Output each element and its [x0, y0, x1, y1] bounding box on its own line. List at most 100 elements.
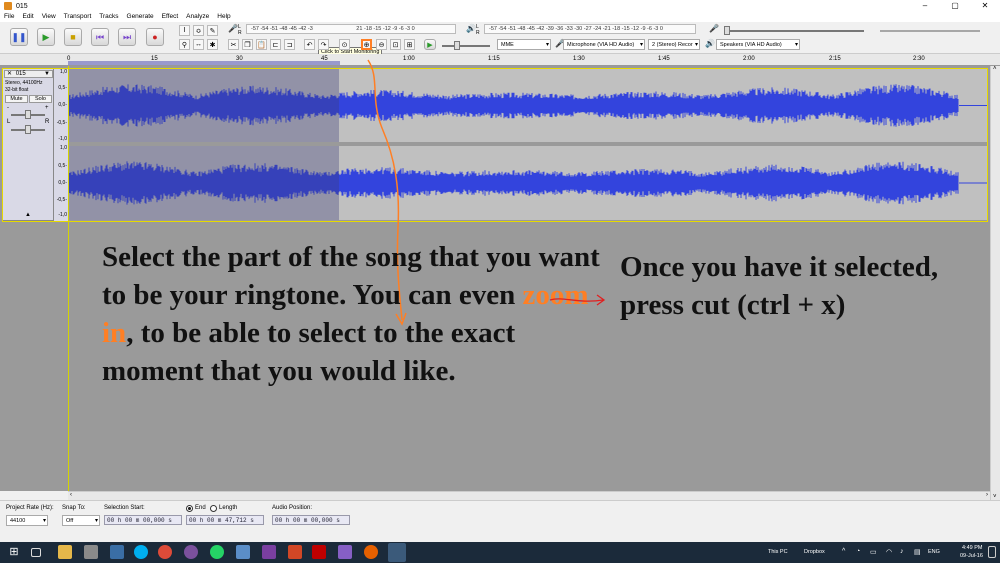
- audio-position-label: Audio Position:: [272, 505, 313, 511]
- end-radio[interactable]: [186, 505, 193, 512]
- clock-date[interactable]: 09-Jul-16: [960, 553, 983, 559]
- record-meter-scale: -57 -54 -51 -48 -45 -42 -3: [251, 26, 313, 32]
- filezilla-icon[interactable]: [312, 545, 326, 559]
- pause-button[interactable]: ❚❚: [10, 28, 28, 46]
- ruler-tick: 1:30: [573, 56, 585, 62]
- scroll-up-icon[interactable]: ˄: [993, 66, 997, 72]
- play-speed-slider[interactable]: [442, 41, 490, 50]
- action-center-icon[interactable]: [988, 546, 996, 558]
- envelope-tool[interactable]: ≎: [193, 25, 204, 36]
- dropbox-toolbar[interactable]: Dropbox: [804, 549, 825, 555]
- menu-generate[interactable]: Generate: [123, 12, 158, 22]
- battery-icon[interactable]: ▭: [870, 548, 877, 556]
- cut-button[interactable]: ✂: [228, 39, 239, 50]
- close-button[interactable]: ✕: [970, 0, 1000, 12]
- stop-icon: ■: [70, 32, 76, 42]
- playback-volume-slider[interactable]: [880, 30, 980, 32]
- trim-button[interactable]: ⊏: [270, 39, 281, 50]
- vertical-scrollbar[interactable]: ˄ ˅: [990, 66, 1000, 500]
- copy-button[interactable]: ❐: [242, 39, 253, 50]
- network-icon[interactable]: ◔: [856, 548, 860, 555]
- vpn-icon[interactable]: [84, 545, 98, 559]
- chevron-down-icon: ▾: [794, 42, 798, 48]
- slider-knob[interactable]: [724, 26, 730, 35]
- project-rate-select[interactable]: 44100 ▾: [6, 515, 48, 526]
- horizontal-scrollbar[interactable]: ‹ ›: [68, 491, 990, 500]
- playback-meter[interactable]: -57 -54 -51 -48 -45 -42 -39 -36 -33 -30 …: [484, 24, 696, 34]
- recording-volume-slider[interactable]: [724, 26, 864, 35]
- host-select[interactable]: MME ▾: [497, 39, 551, 50]
- firefox-icon[interactable]: [364, 545, 378, 559]
- app-icon[interactable]: [236, 545, 250, 559]
- multi-tool[interactable]: ✱: [207, 39, 218, 50]
- selection-start-field[interactable]: 00 h 00 m 00,000 s: [104, 515, 182, 525]
- file-explorer-icon[interactable]: [58, 545, 72, 559]
- windows-start-icon[interactable]: ⊞: [7, 545, 21, 559]
- undo-button[interactable]: ↶: [304, 39, 315, 50]
- selection-end-field[interactable]: 00 h 00 m 47,712 s: [186, 515, 264, 525]
- this-pc-toolbar[interactable]: This PC: [768, 549, 788, 555]
- menu-tracks[interactable]: Tracks: [95, 12, 122, 22]
- whatsapp-icon[interactable]: [210, 545, 224, 559]
- silence-button[interactable]: ⊐: [284, 39, 295, 50]
- volume-icon[interactable]: ♪: [900, 548, 904, 555]
- stop-button[interactable]: ■: [64, 28, 82, 46]
- input-language[interactable]: ENG: [928, 549, 940, 555]
- maximize-button[interactable]: ▢: [940, 0, 970, 12]
- play-at-speed-button[interactable]: ▶: [424, 39, 436, 50]
- clock-time[interactable]: 4:49 PM: [962, 545, 982, 551]
- timeshift-tool[interactable]: ↔: [193, 39, 204, 50]
- copy-icon: ❐: [244, 41, 251, 49]
- ruler-tick: 1:15: [488, 56, 500, 62]
- redo-button[interactable]: ↷: [318, 39, 329, 50]
- powerpoint-icon[interactable]: [288, 545, 302, 559]
- viber-icon[interactable]: [184, 545, 198, 559]
- chevron-down-icon: ▾: [42, 518, 46, 524]
- draw-tool[interactable]: ✎: [207, 25, 218, 36]
- menu-help[interactable]: Help: [213, 12, 234, 22]
- jetbrains-icon[interactable]: [262, 545, 276, 559]
- menu-effect[interactable]: Effect: [158, 12, 183, 22]
- scroll-right-icon[interactable]: ›: [986, 492, 988, 498]
- skip-end-button[interactable]: ⏭: [118, 28, 136, 46]
- recording-device-select[interactable]: Microphone (VIA HD Audio) ▾: [563, 39, 645, 50]
- menu-transport[interactable]: Transport: [60, 12, 96, 22]
- play-meter-lr: L R: [476, 24, 480, 36]
- speaker-icon: 🔊: [466, 24, 476, 33]
- wifi-icon[interactable]: ◠: [886, 548, 892, 556]
- playback-device-select[interactable]: Speakers (VIA HD Audio) ▾: [716, 39, 800, 50]
- snap-to-select[interactable]: Off ▾: [62, 515, 100, 526]
- task-view-icon[interactable]: [31, 548, 41, 557]
- visual-studio-icon[interactable]: [338, 545, 352, 559]
- snap-to-value: Off: [66, 518, 74, 524]
- menu-edit[interactable]: Edit: [18, 12, 37, 22]
- channels-select[interactable]: 2 (Stereo) Recor ▾: [648, 39, 700, 50]
- windows-taskbar: ⊞ This PC Dropbox ^ ◔ ▭ ◠ ♪ ▤ ENG 4:49 P…: [0, 542, 1000, 563]
- scroll-left-icon[interactable]: ‹: [70, 492, 72, 498]
- magnifier-icon: ⚲: [181, 41, 188, 49]
- menu-view[interactable]: View: [38, 12, 60, 22]
- menu-file[interactable]: File: [0, 12, 18, 22]
- zoom-tool[interactable]: ⚲: [179, 39, 190, 50]
- menu-analyze[interactable]: Analyze: [182, 12, 213, 22]
- play-button[interactable]: ▶: [37, 28, 55, 46]
- store-icon[interactable]: [110, 545, 124, 559]
- length-radio[interactable]: [210, 505, 217, 512]
- skype-icon[interactable]: [134, 545, 148, 559]
- ruler-tick: 2:00: [743, 56, 755, 62]
- notification-icon[interactable]: ▤: [914, 548, 921, 556]
- selection-tool[interactable]: I: [179, 25, 190, 36]
- paste-button[interactable]: 📋: [256, 39, 267, 50]
- chrome-icon[interactable]: [158, 545, 172, 559]
- project-rate-value: 44100: [10, 518, 26, 524]
- slider-knob[interactable]: [454, 41, 460, 50]
- audacity-taskbar-icon[interactable]: [388, 543, 406, 562]
- timeline-ruler[interactable]: 0 15 30 45 1:00 1:15 1:30 1:45 2:00 2:15…: [0, 54, 1000, 66]
- ruler-tick: 2:15: [829, 56, 841, 62]
- audio-position-field[interactable]: 00 h 00 m 00,000 s: [272, 515, 350, 525]
- record-button[interactable]: ●: [146, 28, 164, 46]
- minimize-button[interactable]: –: [910, 0, 940, 12]
- show-hidden-icons-icon[interactable]: ^: [842, 548, 845, 555]
- skip-start-button[interactable]: ⏮: [91, 28, 109, 46]
- record-meter[interactable]: -57 -54 -51 -48 -45 -42 -3 21 -18 -15 -1…: [246, 24, 456, 34]
